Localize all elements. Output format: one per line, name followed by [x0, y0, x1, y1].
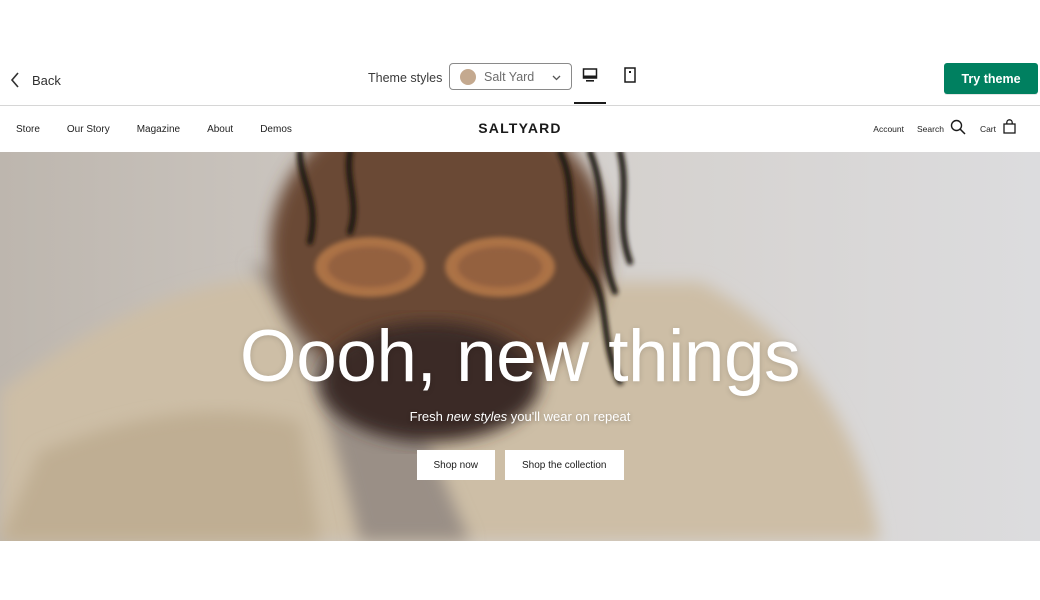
hero-subtitle: Fresh new styles you'll wear on repeat	[0, 409, 1040, 424]
desktop-icon	[582, 67, 598, 88]
desktop-view-button[interactable]	[574, 62, 606, 92]
account-label: Account	[873, 124, 904, 134]
header-actions: Account Search Cart	[873, 106, 1016, 152]
active-device-indicator	[574, 102, 606, 104]
theme-style-select[interactable]: Salt Yard	[449, 63, 572, 90]
cart-label: Cart	[979, 124, 996, 134]
try-theme-button[interactable]: Try theme	[944, 63, 1038, 94]
chevron-down-icon	[552, 68, 561, 86]
style-swatch	[460, 68, 476, 85]
hero-subtitle-emphasis: new styles	[446, 409, 508, 424]
hero-buttons: Shop now Shop the collection	[0, 450, 1040, 480]
nav-demos[interactable]: Demos	[260, 124, 292, 135]
shopping-bag-icon	[996, 119, 1016, 139]
nav-store[interactable]: Store	[16, 124, 40, 135]
theme-preview-toolbar: Back Theme styles Salt Yard Try theme	[0, 56, 1040, 106]
chevron-left-icon	[10, 72, 20, 88]
search-icon	[944, 119, 966, 140]
mobile-view-button[interactable]	[616, 62, 644, 92]
cart-button[interactable]: Cart	[980, 119, 1016, 139]
hero-content: Oooh, new things Fresh new styles you'll…	[0, 152, 1040, 541]
nav-our-story[interactable]: Our Story	[67, 124, 110, 135]
back-label: Back	[32, 72, 61, 88]
account-link[interactable]: Account	[873, 124, 904, 134]
nav-magazine[interactable]: Magazine	[137, 124, 180, 135]
theme-styles-label: Theme styles	[368, 71, 443, 85]
hero-subtitle-end: you'll wear on repeat	[507, 409, 631, 424]
mobile-icon	[624, 66, 636, 88]
shop-collection-button[interactable]: Shop the collection	[504, 450, 624, 480]
search-button[interactable]: Search	[917, 119, 966, 140]
hero-banner: Oooh, new things Fresh new styles you'll…	[0, 152, 1040, 541]
search-label: Search	[917, 124, 944, 134]
shop-now-button[interactable]: Shop now	[416, 450, 495, 480]
hero-title: Oooh, new things	[239, 316, 801, 397]
selected-style-value: Salt Yard	[484, 69, 535, 84]
back-button[interactable]: Back	[10, 66, 61, 94]
hero-subtitle-start: Fresh	[409, 409, 447, 424]
store-header: Store Our Story Magazine About Demos SAL…	[0, 106, 1040, 152]
nav-about[interactable]: About	[207, 124, 233, 135]
store-nav: Store Our Story Magazine About Demos	[16, 106, 319, 152]
